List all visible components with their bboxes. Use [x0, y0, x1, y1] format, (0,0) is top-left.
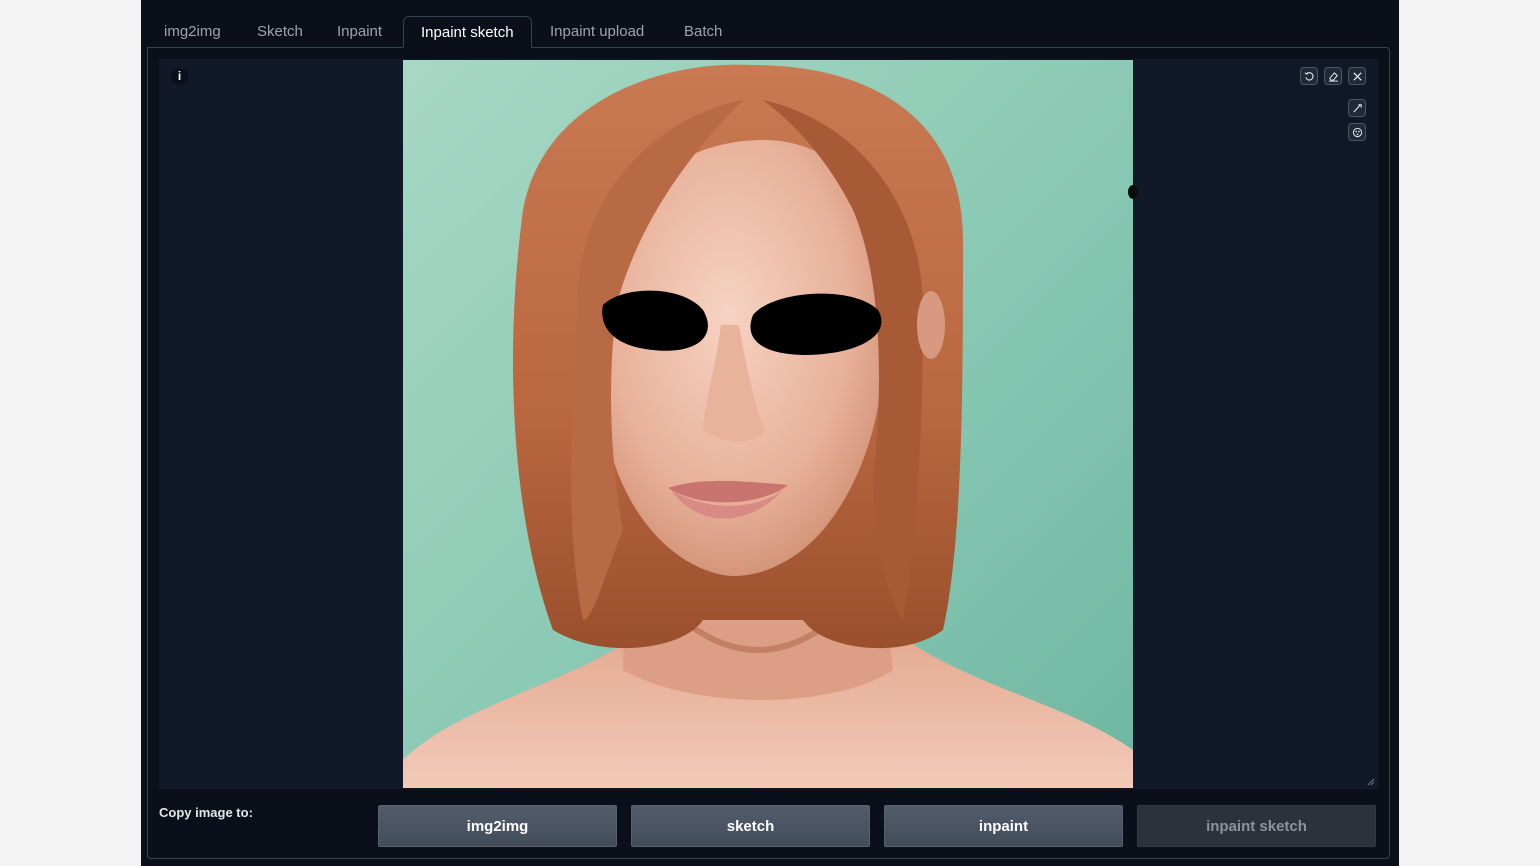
brush-size-button[interactable]	[1348, 99, 1366, 117]
undo-button[interactable]	[1300, 67, 1318, 85]
input-image[interactable]	[403, 60, 1133, 788]
remove-image-button[interactable]	[1348, 67, 1366, 85]
copy-to-inpaint-button[interactable]: inpaint	[884, 805, 1123, 847]
tab-batch[interactable]: Batch	[667, 16, 739, 48]
tab-bar: img2img Sketch Inpaint Inpaint sketch In…	[141, 0, 1399, 48]
undo-icon	[1304, 71, 1313, 81]
close-icon	[1352, 71, 1362, 81]
img2img-panel: img2img Sketch Inpaint Inpaint sketch In…	[141, 0, 1399, 866]
tab-inpaint-upload[interactable]: Inpaint upload	[533, 16, 661, 48]
sketch-canvas[interactable]: i	[159, 59, 1378, 789]
info-button[interactable]: i	[171, 68, 188, 85]
resize-handle-icon[interactable]	[1367, 778, 1375, 786]
tab-content: i Copy image to: img2img sketch inpaint …	[147, 47, 1390, 859]
eraser-icon	[1328, 71, 1338, 82]
brush-color-button[interactable]	[1348, 123, 1366, 141]
copy-to-inpaint-sketch-button: inpaint sketch	[1137, 805, 1376, 847]
tab-sketch[interactable]: Sketch	[240, 16, 320, 48]
brush-icon	[1352, 103, 1362, 113]
copy-to-img2img-button[interactable]: img2img	[378, 805, 617, 847]
color-palette-icon	[1352, 127, 1362, 137]
clear-button[interactable]	[1324, 67, 1342, 85]
copy-image-label: Copy image to:	[159, 805, 253, 820]
copy-to-sketch-button[interactable]: sketch	[631, 805, 870, 847]
brush-cursor	[1128, 185, 1138, 199]
tab-inpaint-sketch[interactable]: Inpaint sketch	[403, 16, 532, 48]
tab-inpaint[interactable]: Inpaint	[320, 16, 399, 48]
portrait-painting	[403, 60, 1133, 788]
tab-img2img[interactable]: img2img	[147, 16, 238, 48]
